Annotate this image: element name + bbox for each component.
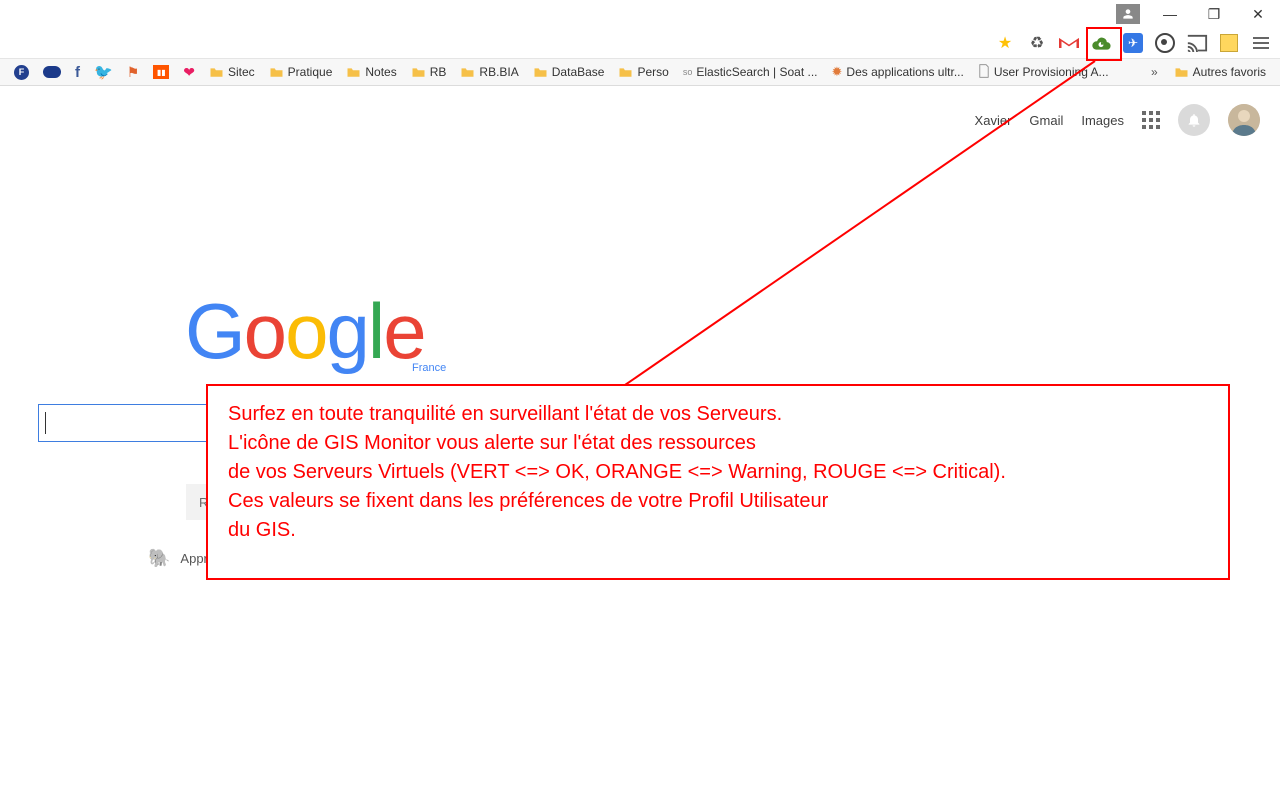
header-images-link[interactable]: Images xyxy=(1081,113,1124,128)
bookmark-label: RB.BIA xyxy=(479,65,518,79)
notifications-icon[interactable] xyxy=(1178,104,1210,136)
bookmark-star-icon[interactable]: ★ xyxy=(994,32,1016,54)
bookmark-label: RB xyxy=(430,65,447,79)
maximize-button[interactable]: ❐ xyxy=(1192,0,1236,28)
bookmark-flag[interactable]: ⚑ xyxy=(123,62,144,83)
bookmark-label: Sitec xyxy=(228,65,255,79)
account-avatar[interactable] xyxy=(1228,104,1260,136)
window-titlebar: — ❐ ✕ xyxy=(0,0,1280,28)
messenger-extension-icon[interactable]: ✈ xyxy=(1122,32,1144,54)
bookmark-folder-autres[interactable]: Autres favoris xyxy=(1170,63,1270,81)
annotation-line: L'icône de GIS Monitor vous alerte sur l… xyxy=(228,429,1208,458)
bookmark-soundcloud[interactable]: ▮▮ xyxy=(149,63,173,81)
bookmark-folder-database[interactable]: DataBase xyxy=(529,63,609,81)
note-extension-icon[interactable] xyxy=(1218,32,1240,54)
bookmark-elasticsearch[interactable]: soElasticSearch | Soat ... xyxy=(679,63,822,81)
elephant-icon: 🐘 xyxy=(148,548,170,569)
bookmark-folder-notes[interactable]: Notes xyxy=(342,63,400,81)
bookmarks-bar: F f 🐦 ⚑ ▮▮ ❤ Sitec Pratique Notes RB RB.… xyxy=(0,58,1280,86)
annotation-line: Ces valeurs se fixent dans les préférenc… xyxy=(228,487,1208,516)
bookmark-pill[interactable] xyxy=(39,64,65,80)
bookmark-facebook[interactable]: f xyxy=(71,62,84,83)
page-content: Xavier Gmail Images Google France R 🐘 Ap… xyxy=(0,86,1280,800)
bookmark-label: Notes xyxy=(365,65,396,79)
google-apps-icon[interactable] xyxy=(1142,111,1160,129)
bookmark-label: DataBase xyxy=(552,65,605,79)
bookmark-label: Pratique xyxy=(288,65,333,79)
annotation-line: du GIS. xyxy=(228,516,1208,545)
bookmark-label: Autres favoris xyxy=(1193,65,1266,79)
profile-badge-icon[interactable] xyxy=(1116,4,1140,24)
annotation-line: Surfez en toute tranquilité en surveilla… xyxy=(228,400,1208,429)
recycle-icon[interactable]: ♻ xyxy=(1026,32,1048,54)
bookmark-heart[interactable]: ❤ xyxy=(179,62,199,83)
header-user-link[interactable]: Xavier xyxy=(975,113,1012,128)
bookmark-folder-rbbia[interactable]: RB.BIA xyxy=(456,63,522,81)
bookmark-folder-perso[interactable]: Perso xyxy=(614,63,672,81)
google-header: Xavier Gmail Images xyxy=(975,104,1260,136)
google-country: France xyxy=(412,362,446,374)
bookmark-folder-rb[interactable]: RB xyxy=(407,63,451,81)
bookmark-label: User Provisioning A... xyxy=(994,65,1109,79)
bookmark-folder-pratique[interactable]: Pratique xyxy=(265,63,337,81)
chrome-menu-icon[interactable] xyxy=(1250,32,1272,54)
bookmark-label: Perso xyxy=(637,65,668,79)
ghostery-extension-icon[interactable] xyxy=(1154,32,1176,54)
search-input[interactable] xyxy=(38,404,208,442)
close-button[interactable]: ✕ xyxy=(1236,0,1280,28)
bookmark-userprov[interactable]: User Provisioning A... xyxy=(974,62,1113,83)
bookmark-desapps[interactable]: ✹Des applications ultr... xyxy=(828,62,968,82)
gmail-extension-icon[interactable] xyxy=(1058,32,1080,54)
header-gmail-link[interactable]: Gmail xyxy=(1029,113,1063,128)
annotation-line: de vos Serveurs Virtuels (VERT <=> OK, O… xyxy=(228,458,1208,487)
bookmark-label: Des applications ultr... xyxy=(846,65,963,79)
annotation-highlight xyxy=(1086,27,1122,61)
minimize-button[interactable]: — xyxy=(1148,0,1192,28)
bookmark-twitter[interactable]: 🐦 xyxy=(90,61,117,83)
bookmark-folder-sitec[interactable]: Sitec xyxy=(205,63,259,81)
bookmark-label: ElasticSearch | Soat ... xyxy=(696,65,817,79)
promo-line: 🐘 Appr xyxy=(148,548,208,569)
promo-text[interactable]: Appr xyxy=(180,551,207,566)
google-logo: Google xyxy=(185,286,425,377)
bookmark-feedly[interactable]: F xyxy=(10,63,33,82)
bookmarks-overflow[interactable]: » xyxy=(1145,65,1164,79)
cast-extension-icon[interactable] xyxy=(1186,32,1208,54)
annotation-callout: Surfez en toute tranquilité en surveilla… xyxy=(206,384,1230,580)
